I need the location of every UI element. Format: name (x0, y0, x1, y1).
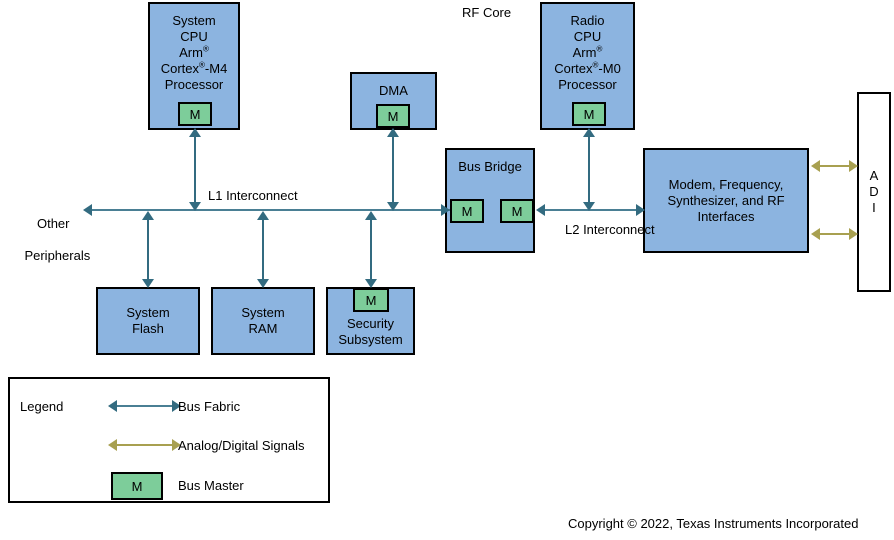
system-ram-line1: System (241, 305, 285, 320)
system-ram-line2: RAM (248, 321, 278, 336)
adi-line1: A (869, 168, 879, 183)
system-cpu-line5: Processor (164, 77, 224, 92)
l2-bus-arrow-to-bridge (536, 204, 545, 216)
other-peripherals-label: Other Peripherals (10, 200, 90, 280)
legend-analog-arrow-left (108, 439, 117, 451)
l1-bus-arrow-to-bridge (441, 204, 450, 216)
radio-cpu-line5: Processor (558, 77, 617, 92)
system-cpu-line4: Cortex®-M4 (160, 60, 228, 76)
radio-cpu-line3: Arm® (572, 44, 603, 60)
wire-system-flash-arrow-up (142, 211, 154, 220)
legend-label-bus-master: Bus Master (178, 478, 244, 493)
wire-system-ram-to-l1 (262, 214, 264, 284)
wire-security-arrow-down (365, 279, 377, 288)
system-cpu-line1: System (172, 13, 216, 28)
wire-radio-cpu-arrow-up (583, 128, 595, 137)
modem-line2: Synthesizer, and RF (667, 192, 785, 208)
block-modem-rf: Modem, Frequency, Synthesizer, and RF In… (643, 148, 809, 253)
system-cpu-line3: Arm® (179, 44, 209, 60)
system-flash-line1: System (126, 305, 170, 320)
analog-bottom-arrow-left (811, 228, 820, 240)
bus-master-chip-system-cpu: M (178, 102, 212, 126)
l2-bus-arrow-to-modem (636, 204, 645, 216)
wire-system-cpu-arrow-down (189, 202, 201, 211)
rf-core-label: RF Core (462, 5, 512, 20)
l1-interconnect-label: L1 Interconnect (208, 188, 298, 203)
analog-line-top (819, 165, 851, 167)
block-antenna-adi: A D I (857, 92, 891, 292)
other-peripherals-line1: Other (36, 216, 70, 231)
adi-line2: D (869, 184, 879, 199)
security-line2: Subsystem (338, 332, 403, 347)
l2-interconnect-label: L2 Interconnect (565, 222, 655, 237)
wire-dma-arrow-up (387, 128, 399, 137)
wire-security-to-l1 (370, 214, 372, 284)
system-flash-line2: Flash (132, 321, 164, 336)
legend-bus-fabric-arrow-left (108, 400, 117, 412)
wire-dma-arrow-down (387, 202, 399, 211)
analog-top-arrow-right (849, 160, 858, 172)
bus-master-chip-radio-cpu: M (572, 102, 606, 126)
wire-radio-cpu-arrow-down (583, 202, 595, 211)
radio-cpu-line2: CPU (573, 29, 602, 44)
block-system-ram: System RAM (211, 287, 315, 355)
modem-line1: Modem, Frequency, (668, 176, 784, 192)
radio-cpu-line4: Cortex®-M0 (554, 60, 621, 76)
legend-label-bus-fabric: Bus Fabric (178, 399, 241, 414)
adi-line3: I (872, 200, 876, 215)
wire-system-cpu-arrow-up (189, 128, 201, 137)
block-diagram-canvas: RF Core System CPU Arm® Cortex®-M4 Proce… (0, 0, 894, 540)
wire-dma-to-l1 (392, 134, 394, 206)
analog-top-arrow-left (811, 160, 820, 172)
wire-system-flash-to-l1 (147, 214, 149, 284)
dma-title: DMA (379, 83, 408, 98)
analog-bottom-arrow-right (849, 228, 858, 240)
other-peripherals-line2: Peripherals (24, 248, 91, 263)
wire-system-ram-arrow-down (257, 279, 269, 288)
legend-bus-fabric-line (116, 405, 174, 407)
wire-system-flash-arrow-down (142, 279, 154, 288)
bus-master-chip-security: M (353, 288, 389, 312)
legend-bus-master-chip: M (111, 472, 163, 500)
wire-system-ram-arrow-up (257, 211, 269, 220)
copyright-notice: Copyright © 2022, Texas Instruments Inco… (568, 516, 859, 531)
legend-analog-line (116, 444, 174, 446)
system-cpu-line2: CPU (180, 29, 208, 44)
wire-radio-cpu-to-l2 (588, 134, 590, 206)
radio-cpu-line1: Radio (570, 13, 605, 28)
bus-bridge-title: Bus Bridge (458, 159, 522, 174)
bus-master-chip-dma: M (376, 104, 410, 128)
bus-master-chip-bridge-right: M (500, 199, 534, 223)
block-system-flash: System Flash (96, 287, 200, 355)
l1-bus-arrow-left (83, 204, 92, 216)
legend-title: Legend (20, 399, 64, 414)
security-line1: Security (347, 316, 394, 331)
bus-master-chip-bridge-left: M (450, 199, 484, 223)
legend-box: Legend Bus Fabric Analog/Digital Signals… (8, 377, 330, 503)
wire-system-cpu-to-l1 (194, 134, 196, 206)
wire-security-arrow-up (365, 211, 377, 220)
analog-line-bottom (819, 233, 851, 235)
modem-line3: Interfaces (697, 208, 755, 224)
legend-label-analog: Analog/Digital Signals (178, 438, 305, 453)
